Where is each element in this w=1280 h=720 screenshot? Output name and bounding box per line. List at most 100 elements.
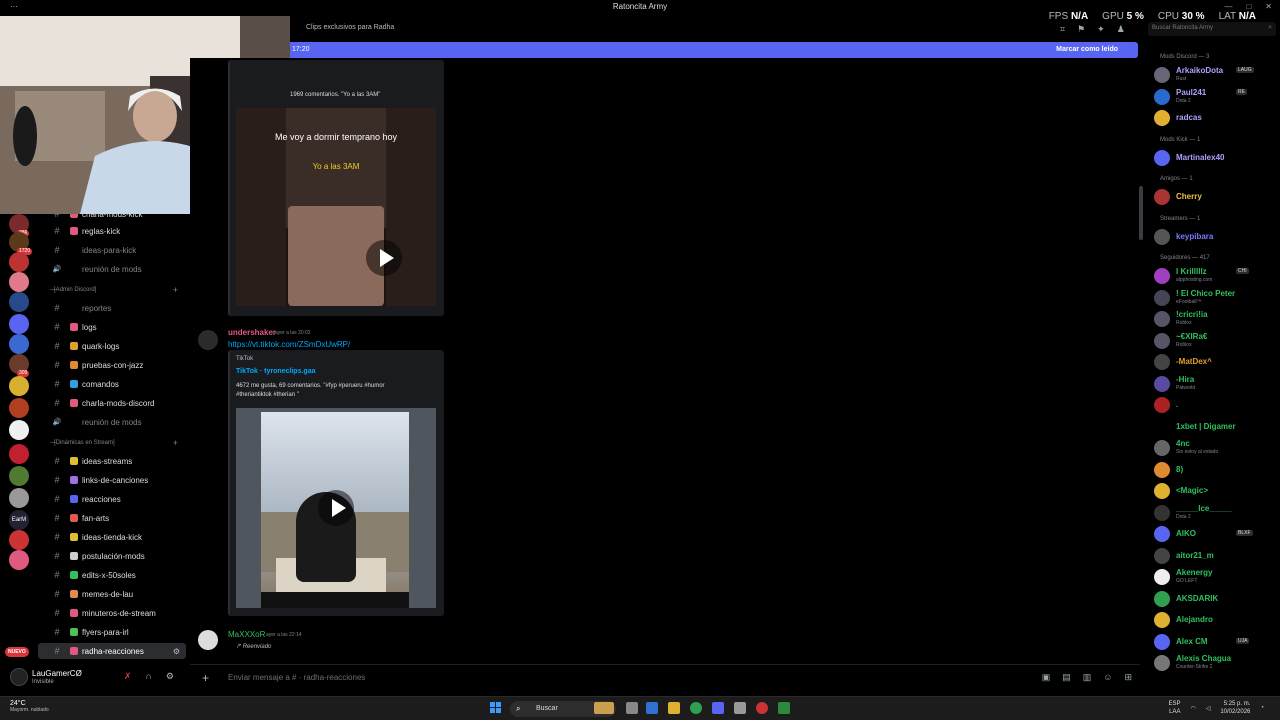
channel-item[interactable]: # pruebas-con-jazz bbox=[38, 357, 186, 373]
channel-item[interactable]: # edits-x-50soles bbox=[38, 567, 186, 583]
member-item[interactable]: AKSDARIK bbox=[1154, 590, 1278, 608]
server-icon[interactable] bbox=[9, 398, 29, 418]
minimize-button[interactable]: — bbox=[1224, 2, 1232, 11]
member-item[interactable]: !cricri!ia Roblox bbox=[1154, 310, 1278, 328]
category-dinamicas[interactable]: — [Dinámicas en Stream] + bbox=[48, 438, 182, 448]
channel-item[interactable]: # charla-mods-discord bbox=[38, 395, 186, 411]
video-thumbnail-2[interactable] bbox=[236, 408, 436, 608]
channel-item[interactable]: # flyers-para-irl bbox=[38, 624, 186, 640]
play-button[interactable] bbox=[366, 240, 402, 276]
member-item[interactable]: I Krilllllz CHI alpphosting.com bbox=[1154, 267, 1278, 285]
window-menu-icon[interactable]: ⋯ bbox=[10, 2, 18, 11]
widget-icon[interactable] bbox=[594, 702, 614, 714]
avatar[interactable] bbox=[10, 668, 28, 686]
server-icon[interactable] bbox=[9, 550, 29, 570]
message-author[interactable]: MaXXXoR bbox=[228, 630, 265, 639]
channel-item[interactable]: # links-de-canciones bbox=[38, 472, 186, 488]
server-icon[interactable]: 1720 bbox=[9, 232, 33, 255]
member-item[interactable]: -Hira Palworld bbox=[1154, 375, 1278, 393]
channel-item[interactable]: # memes-de-lau bbox=[38, 586, 186, 602]
video-thumbnail-1[interactable]: Me voy a dormir temprano hoy Yo a las 3A… bbox=[236, 108, 436, 306]
channel-settings-icon[interactable]: ⚙ bbox=[173, 647, 180, 656]
edge-icon[interactable] bbox=[646, 702, 658, 714]
notifications-icon[interactable]: ⚑ bbox=[1077, 24, 1085, 35]
member-item[interactable]: . bbox=[1154, 396, 1278, 414]
headphones-icon[interactable]: ∩ bbox=[145, 671, 151, 682]
member-item[interactable]: aitor21_m bbox=[1154, 547, 1278, 565]
member-item[interactable]: Martinalex40 bbox=[1154, 149, 1278, 167]
server-icon[interactable] bbox=[9, 420, 29, 440]
channel-item[interactable]: # postulación-mods bbox=[38, 548, 186, 564]
member-item[interactable]: ~€XIRa€ Roblox bbox=[1154, 332, 1278, 350]
apps-icon[interactable]: ⊞ bbox=[1124, 672, 1132, 683]
channel-item[interactable]: # reportes bbox=[38, 300, 186, 316]
channel-item[interactable]: # quark-logs bbox=[38, 338, 186, 354]
channel-item[interactable]: 🔊 reunión de mods bbox=[38, 261, 186, 277]
member-item[interactable]: ArkaikoDota LAUG Rust bbox=[1154, 66, 1278, 84]
obs-icon[interactable] bbox=[756, 702, 768, 714]
file-explorer-icon[interactable] bbox=[668, 702, 680, 714]
server-icon[interactable] bbox=[9, 444, 29, 464]
channel-item[interactable]: 🔊 reunión de mods bbox=[38, 414, 186, 430]
server-icon[interactable] bbox=[9, 488, 29, 508]
member-item[interactable]: Akenergy GO LEFT bbox=[1154, 568, 1278, 586]
clock[interactable]: 5:25 p. m. 10/02/2026 bbox=[1220, 700, 1250, 716]
members-icon[interactable]: ♟ bbox=[1117, 24, 1125, 35]
pin-icon[interactable]: ✦ bbox=[1097, 24, 1105, 35]
member-item[interactable]: 1xbet | Digamer bbox=[1154, 418, 1278, 436]
add-attachment-icon[interactable]: + bbox=[202, 671, 209, 685]
member-item[interactable]: 4nc Sin estoy al estado bbox=[1154, 439, 1278, 457]
weather-widget[interactable]: 24°C Mayorm. nublado bbox=[10, 700, 49, 713]
server-icon[interactable] bbox=[9, 334, 29, 354]
channel-item[interactable]: # ideas-streams bbox=[38, 453, 186, 469]
message-author[interactable]: undershaker bbox=[228, 328, 276, 337]
task-view-icon[interactable] bbox=[626, 702, 638, 714]
add-channel-icon[interactable]: + bbox=[173, 438, 178, 448]
search-input[interactable]: Buscar Ratoncita Army ⌕ bbox=[1148, 22, 1276, 36]
mic-muted-icon[interactable]: ✗ bbox=[124, 671, 132, 682]
gear-icon[interactable]: ⚙ bbox=[166, 671, 174, 682]
username[interactable]: LauGamerCØ bbox=[32, 669, 82, 678]
play-button[interactable] bbox=[318, 490, 354, 526]
member-item[interactable]: -MatDex^ bbox=[1154, 353, 1278, 371]
category-admin-discord[interactable]: — [Admin Discord] + bbox=[48, 285, 182, 295]
member-item[interactable]: AIKO BLXF bbox=[1154, 525, 1278, 543]
close-button[interactable]: ✕ bbox=[1265, 2, 1272, 11]
message-link[interactable]: https://vt.tiktok.com/ZSmDxUwRP/ bbox=[228, 340, 350, 349]
embed-title[interactable]: TikTok · tyroneclips.gaa bbox=[236, 368, 316, 375]
member-item[interactable]: Cherry bbox=[1154, 188, 1278, 206]
member-item[interactable]: _____Ice_____ Dota 2 bbox=[1154, 504, 1278, 522]
notifications-bell-icon[interactable]: ◔ bbox=[1260, 705, 1264, 711]
server-icon[interactable] bbox=[9, 530, 29, 550]
member-item[interactable]: Alexis Chagua Counter-Strike 2 bbox=[1154, 654, 1278, 672]
channel-item[interactable]: # comandos bbox=[38, 376, 186, 392]
chrome-icon[interactable] bbox=[690, 702, 702, 714]
server-icon[interactable]: 309 bbox=[9, 354, 30, 377]
server-icon[interactable] bbox=[9, 272, 29, 292]
server-icon[interactable] bbox=[9, 314, 29, 334]
settings-icon[interactable] bbox=[734, 702, 746, 714]
member-item[interactable]: ! El Chico Peter eFootball™ bbox=[1154, 289, 1278, 307]
gif-icon[interactable]: ▤ bbox=[1062, 672, 1071, 683]
member-item[interactable]: Paul241 RE Dota 2 bbox=[1154, 88, 1278, 106]
channel-item[interactable]: # reacciones bbox=[38, 491, 186, 507]
channel-item[interactable]: # logs bbox=[38, 319, 186, 335]
channel-item[interactable]: # reglas-kick bbox=[38, 223, 186, 239]
member-item[interactable]: Alejandro bbox=[1154, 611, 1278, 629]
avatar[interactable] bbox=[198, 630, 218, 650]
member-item[interactable]: keypibara bbox=[1154, 228, 1278, 246]
member-item[interactable]: 8) bbox=[1154, 461, 1278, 479]
server-icon[interactable]: EarM bbox=[9, 510, 29, 530]
new-messages-banner[interactable]: 17:20 Marcar como leído bbox=[290, 42, 1138, 58]
threads-icon[interactable]: ⌗ bbox=[1060, 24, 1065, 35]
channel-item[interactable]: # fan-arts bbox=[38, 510, 186, 526]
spreadsheet-icon[interactable] bbox=[778, 702, 790, 714]
chat-scrollbar[interactable] bbox=[1139, 186, 1143, 240]
member-item[interactable]: <Magic> bbox=[1154, 482, 1278, 500]
member-item[interactable]: Alex CM UJA bbox=[1154, 633, 1278, 651]
gift-icon[interactable]: ▣ bbox=[1042, 672, 1051, 683]
server-icon[interactable] bbox=[9, 466, 29, 486]
server-icon[interactable] bbox=[9, 292, 29, 312]
server-icon[interactable] bbox=[9, 252, 29, 272]
channel-item[interactable]: # radha-reacciones ⚙ bbox=[38, 643, 186, 659]
